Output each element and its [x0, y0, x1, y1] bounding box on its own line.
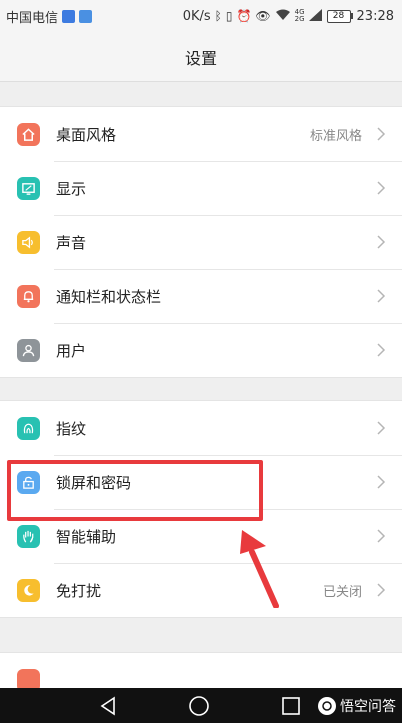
- bluetooth-icon: ᛒ: [214, 9, 222, 23]
- chevron-right-icon: [377, 583, 386, 597]
- page-title: 设置: [184, 48, 217, 68]
- home-nav-icon[interactable]: [188, 695, 210, 717]
- eye-icon: 👁: [255, 9, 271, 23]
- carrier-label: 中国电信: [6, 10, 59, 26]
- alarm-icon: ⏰: [236, 9, 252, 23]
- chevron-right-icon: [377, 529, 386, 543]
- title-bar: 设置: [0, 32, 402, 82]
- back-icon[interactable]: [98, 695, 120, 717]
- setting-label: 智能辅助: [56, 527, 117, 546]
- chevron-right-icon: [377, 235, 386, 249]
- chevron-right-icon: [377, 289, 386, 303]
- wifi-icon: [275, 9, 291, 24]
- setting-row-lock-screen[interactable]: 锁屏和密码: [0, 455, 402, 509]
- settings-group-2: 指纹 锁屏和密码 智能辅助 免打扰 已关闭: [0, 400, 402, 618]
- setting-label: 显示: [56, 179, 87, 198]
- fingerprint-icon: [17, 416, 40, 440]
- setting-label: 用户: [56, 341, 87, 360]
- setting-row-do-not-disturb[interactable]: 免打扰 已关闭: [0, 563, 402, 617]
- setting-row-sound[interactable]: 声音: [0, 215, 402, 269]
- battery-icon: 28: [326, 9, 353, 23]
- chevron-right-icon: [377, 181, 386, 195]
- setting-label: 锁屏和密码: [56, 473, 132, 492]
- chevron-right-icon: [377, 475, 386, 489]
- hand-icon: [17, 524, 40, 548]
- recent-apps-icon[interactable]: [280, 695, 302, 717]
- bell-icon: [17, 284, 40, 308]
- user-icon: [17, 338, 40, 362]
- setting-row-fingerprint[interactable]: 指纹: [0, 401, 402, 455]
- setting-row-display[interactable]: 显示: [0, 161, 402, 215]
- setting-value: 标准风格: [309, 128, 362, 144]
- moon-icon: [17, 578, 40, 602]
- setting-label: 指纹: [56, 419, 87, 438]
- watermark: 悟空问答: [318, 696, 396, 716]
- navigation-bar: 悟空问答: [0, 688, 402, 723]
- settings-group-1: 桌面风格 标准风格 显示 声音 通知栏和状态栏 用户: [0, 106, 402, 378]
- display-icon: [17, 176, 40, 200]
- setting-label: 通知栏和状态栏: [56, 287, 162, 306]
- setting-row-desktop-style[interactable]: 桌面风格 标准风格: [0, 107, 402, 161]
- setting-label: 声音: [56, 233, 87, 252]
- app-icon: [17, 668, 40, 689]
- chevron-right-icon: [377, 343, 386, 357]
- annotation-arrow-icon: [240, 530, 279, 608]
- setting-value: 已关闭: [322, 584, 362, 600]
- setting-row-smart-assist[interactable]: 智能辅助: [0, 509, 402, 563]
- status-bar: 中国电信 0K/s ᛒ ▯ ⏰ 👁 4G 2G 28 23:28: [0, 0, 402, 32]
- speaker-icon: [17, 230, 40, 254]
- setting-label: 桌面风格: [56, 125, 117, 144]
- image-notification-icon: [79, 9, 93, 23]
- setting-row-partial[interactable]: [0, 653, 402, 689]
- clock: 23:28: [356, 8, 394, 24]
- settings-group-3: [0, 652, 402, 690]
- watermark-text: 悟空问答: [340, 699, 396, 715]
- vibrate-icon: ▯: [225, 9, 233, 23]
- chevron-right-icon: [377, 421, 386, 435]
- network-speed: 0K/s: [182, 8, 211, 24]
- setting-row-notifications[interactable]: 通知栏和状态栏: [0, 269, 402, 323]
- home-icon: [17, 122, 40, 146]
- network-type: 4G 2G: [294, 8, 305, 23]
- lock-icon: [17, 470, 40, 494]
- setting-row-users[interactable]: 用户: [0, 323, 402, 377]
- watermark-logo-icon: [318, 697, 336, 715]
- chevron-right-icon: [377, 127, 386, 141]
- app-notification-icon: [62, 9, 76, 23]
- signal-icon: [308, 8, 323, 24]
